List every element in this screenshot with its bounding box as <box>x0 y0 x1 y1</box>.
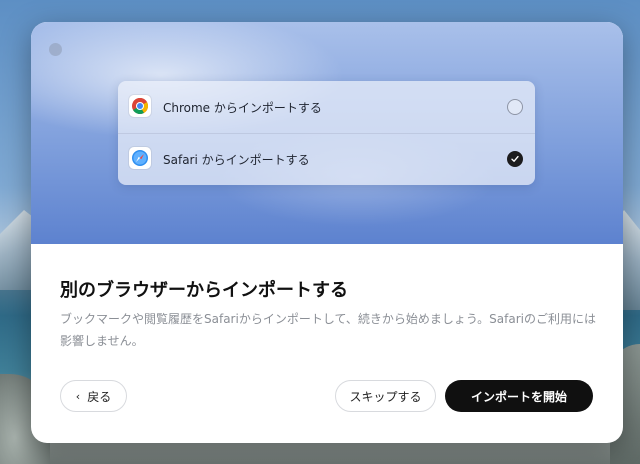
dialog-title: 別のブラウザーからインポートする <box>60 280 348 301</box>
checkmark-icon <box>511 155 519 162</box>
start-import-button-label: インポートを開始 <box>470 389 567 404</box>
chrome-radio-unchecked[interactable] <box>507 99 523 115</box>
skip-button[interactable]: スキップする <box>335 380 436 412</box>
safari-icon <box>129 147 151 169</box>
back-button[interactable]: ‹ 戻る <box>60 380 127 412</box>
chevron-left-icon: ‹ <box>75 389 81 403</box>
window-control-dot[interactable] <box>49 43 62 56</box>
option-safari-label: Safari からインポートする <box>163 153 310 167</box>
back-button-label: 戻る <box>87 389 112 404</box>
option-chrome-label: Chrome からインポートする <box>163 101 322 115</box>
option-safari[interactable]: Safari からインポートする <box>118 133 535 185</box>
safari-radio-checked[interactable] <box>507 151 523 167</box>
chrome-icon <box>129 95 151 117</box>
option-chrome[interactable]: Chrome からインポートする <box>118 81 535 134</box>
import-source-list: Chrome からインポートする Safari からインポートする <box>118 81 535 185</box>
hero-banner: Chrome からインポートする Safari からインポートする <box>31 22 623 244</box>
dialog-subtitle: ブックマークや閲覧履歴をSafariからインポートして、続きから始めましょう。S… <box>60 312 596 348</box>
start-import-button[interactable]: インポートを開始 <box>445 380 593 412</box>
import-dialog: Chrome からインポートする Safari からインポートする 別のブラウザ… <box>31 22 623 443</box>
skip-button-label: スキップする <box>349 389 422 404</box>
